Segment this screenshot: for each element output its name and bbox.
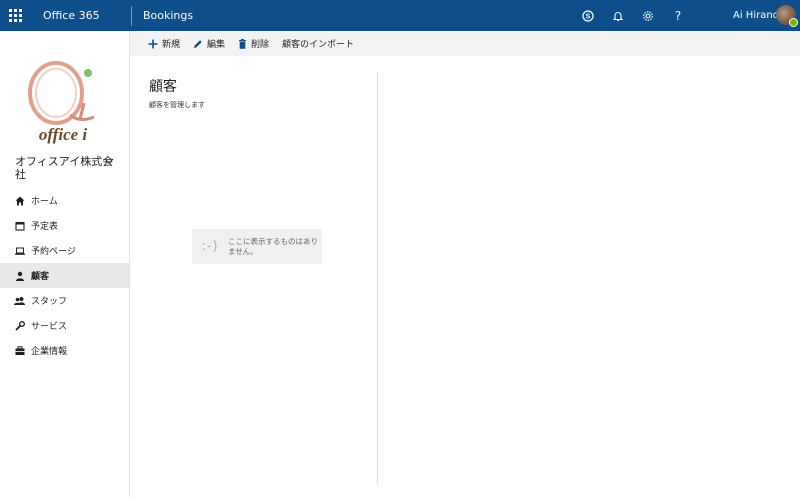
waffle-icon [9,9,22,22]
app-name-link[interactable]: Bookings [132,0,193,31]
nav-item-label: 企業情報 [31,347,68,357]
command-bar: 新規 編集 削除 顧客のインポート [130,31,800,56]
nav-item-staff[interactable]: スタッフ [0,288,129,313]
nav-item-customers[interactable]: 顧客 [0,263,129,288]
settings-button[interactable] [633,0,663,31]
edit-button-label: 編集 [207,40,226,50]
chevron-down-icon[interactable] [104,157,114,165]
nav-item-label: 顧客 [31,272,50,282]
people-icon [14,295,25,306]
nav-item-services[interactable]: サービス [0,313,129,338]
avatar[interactable] [776,5,798,27]
nav-item-calendar[interactable]: 予定表 [0,213,129,238]
nav-item-label: スタッフ [31,297,68,307]
wrench-icon [14,320,25,331]
nav-item-company-info[interactable]: 企業情報 [0,338,129,363]
nav-item-label: 予定表 [31,222,59,232]
svg-text:S: S [586,13,591,20]
app-launcher-button[interactable] [0,0,31,31]
page-subtitle: 顧客を管理します [149,101,205,109]
delete-button[interactable]: 削除 [238,37,269,50]
pencil-icon [193,39,203,49]
page-title: 顧客 [149,79,177,95]
import-button-label: 顧客のインポート [282,40,355,50]
nav-item-label: ホーム [31,197,58,207]
left-nav: office i オフィスアイ株式会社 ホーム 予定表 予約ページ 顧客 スタッ… [0,31,130,497]
suite-name-link[interactable]: Office 365 [31,0,131,31]
skype-icon: S [582,9,594,22]
empty-state: :-) ここに表示するものはありません。 [192,229,322,264]
new-button[interactable]: 新規 [148,37,180,50]
briefcase-icon [14,345,25,356]
nav-list: ホーム 予定表 予約ページ 顧客 スタッフ サービス 企業情報 [0,188,129,363]
gear-icon [643,10,653,21]
organization-name[interactable]: オフィスアイ株式会社 [15,155,115,181]
plus-icon [148,39,158,49]
logo-text: office i [39,125,88,144]
help-icon: ? [674,8,682,23]
suite-bar: Office 365 Bookings S ? Ai Hirano [0,0,800,31]
laptop-icon [14,245,25,256]
person-icon [14,270,25,281]
edit-button[interactable]: 編集 [193,37,225,50]
import-customers-button[interactable]: 顧客のインポート [282,37,354,50]
nav-item-home[interactable]: ホーム [0,188,129,213]
help-button[interactable]: ? [663,0,693,31]
nav-item-booking-page[interactable]: 予約ページ [0,238,129,263]
notifications-button[interactable] [603,0,633,31]
nav-item-label: サービス [31,322,68,332]
nav-item-label: 予約ページ [31,247,76,257]
new-button-label: 新規 [162,40,181,50]
empty-state-message: ここに表示するものはありません。 [228,236,318,256]
skype-button[interactable]: S [573,0,603,31]
home-icon [14,195,25,206]
company-logo: office i [28,61,95,144]
delete-button-label: 削除 [251,40,270,50]
trash-icon [238,38,247,49]
pane-divider [377,72,378,484]
bell-icon [612,11,624,21]
smiley-icon: :-) [201,239,219,254]
calendar-icon [14,220,25,231]
user-name[interactable]: Ai Hirano [733,0,779,31]
